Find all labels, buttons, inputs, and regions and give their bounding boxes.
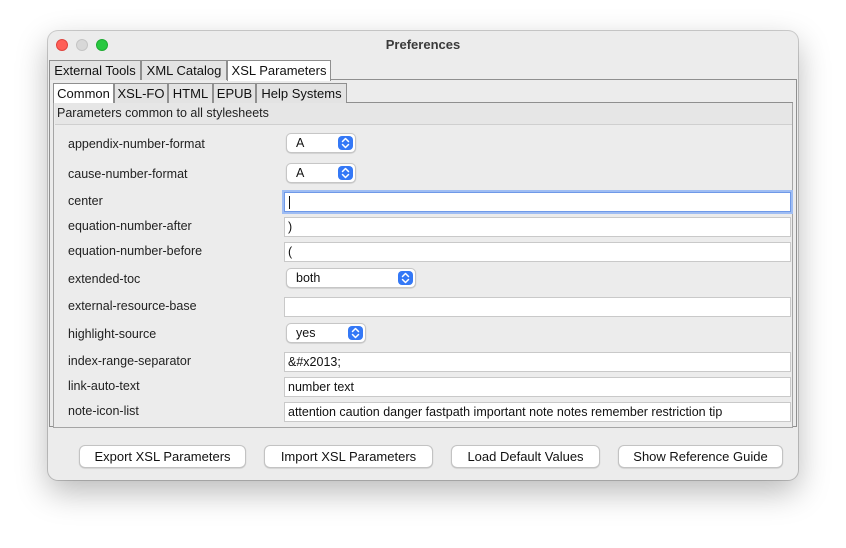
title-bar[interactable]: Preferences [48, 31, 798, 59]
select-value: yes [296, 326, 316, 340]
tab-external-tools[interactable]: External Tools [49, 60, 141, 80]
select-value: A [296, 136, 305, 150]
tab-xsl-fo[interactable]: XSL-FO [114, 83, 168, 103]
center-input[interactable] [284, 192, 791, 212]
equation-number-after-input[interactable]: ) [284, 217, 791, 237]
select-value: both [296, 271, 321, 285]
up-down-chevron-icon [348, 326, 363, 340]
tab-help-systems[interactable]: Help Systems [256, 83, 347, 103]
param-label-index-range-separator: index-range-separator [68, 354, 191, 368]
up-down-chevron-icon [338, 166, 353, 180]
tab-xml-catalog[interactable]: XML Catalog [141, 60, 227, 80]
tab-html[interactable]: HTML [168, 83, 213, 103]
param-label-equation-number-before: equation-number-before [68, 244, 203, 258]
param-label-center: center [68, 194, 103, 208]
param-label-extended-toc: extended-toc [68, 272, 141, 286]
param-label-link-auto-text: link-auto-text [68, 379, 140, 393]
export-xsl-parameters-button[interactable]: Export XSL Parameters [79, 445, 246, 468]
tab-common[interactable]: Common [53, 83, 114, 104]
select-value: A [296, 166, 305, 180]
preferences-window: Preferences External Tools XML Catalog X… [48, 31, 798, 480]
up-down-chevron-icon [398, 271, 413, 285]
param-label-appendix-number-format: appendix-number-format [68, 137, 205, 151]
external-resource-base-input[interactable] [284, 297, 791, 317]
up-down-chevron-icon [338, 136, 353, 150]
param-label-note-icon-list: note-icon-list [68, 404, 139, 418]
note-icon-list-input[interactable]: attention caution danger fastpath import… [284, 402, 791, 422]
param-label-cause-number-format: cause-number-format [68, 167, 188, 181]
load-default-values-button[interactable]: Load Default Values [451, 445, 600, 468]
tab-xsl-parameters[interactable]: XSL Parameters [227, 60, 331, 81]
index-range-separator-input[interactable]: &#x2013; [284, 352, 791, 372]
equation-number-before-input[interactable]: ( [284, 242, 791, 262]
panel-header: Parameters common to all stylesheets [55, 103, 792, 125]
stylesheet-tab-bar: Common XSL-FO HTML EPUB Help Systems [53, 83, 793, 104]
import-xsl-parameters-button[interactable]: Import XSL Parameters [264, 445, 433, 468]
link-auto-text-input[interactable]: number text [284, 377, 791, 397]
tab-epub[interactable]: EPUB [213, 83, 256, 103]
appendix-number-format-select[interactable]: A [286, 133, 356, 153]
param-label-equation-number-after: equation-number-after [68, 219, 192, 233]
highlight-source-select[interactable]: yes [286, 323, 366, 343]
main-tab-bar: External Tools XML Catalog XSL Parameter… [49, 60, 797, 81]
window-title: Preferences [385, 37, 461, 52]
show-reference-guide-button[interactable]: Show Reference Guide [618, 445, 783, 468]
extended-toc-select[interactable]: both [286, 268, 416, 288]
text-caret [289, 196, 290, 209]
cause-number-format-select[interactable]: A [286, 163, 356, 183]
common-parameters-panel: Parameters common to all stylesheets app… [53, 103, 793, 428]
param-label-external-resource-base: external-resource-base [68, 299, 197, 313]
param-label-highlight-source: highlight-source [68, 327, 157, 341]
